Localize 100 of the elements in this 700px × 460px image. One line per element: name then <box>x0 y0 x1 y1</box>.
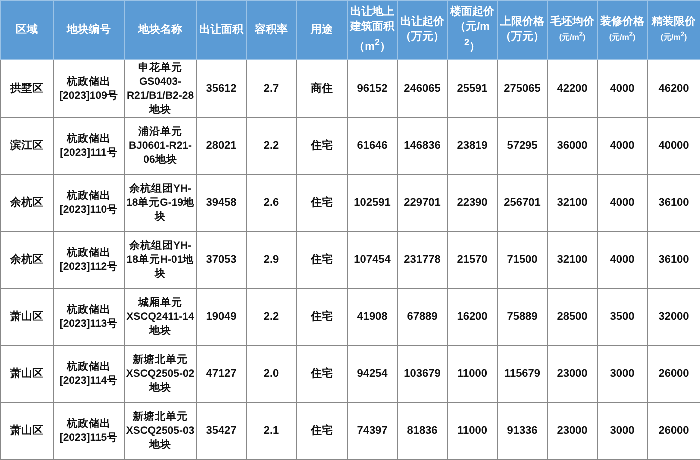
table-cell: 75889 <box>498 288 548 346</box>
table-cell: 21570 <box>448 231 498 288</box>
header-cell: 精装限价 (元/m$^{2}$) <box>648 0 700 60</box>
table-cell: 3500 <box>598 288 648 346</box>
table-cell: 萧山区 <box>0 345 54 402</box>
table-cell: 67889 <box>398 288 448 346</box>
table-cell: 浦沿单元BJ0601-R21-06地块 <box>124 118 196 174</box>
table-cell: 74397 <box>348 402 398 460</box>
header-cell: 出让面积 <box>196 0 246 60</box>
table-cell: 住宅 <box>296 174 348 232</box>
table-cell: 25591 <box>448 60 498 118</box>
header-cell: 出让起价 （万元） <box>398 0 448 60</box>
table-cell: 11000 <box>448 345 498 402</box>
table-cell: 滨江区 <box>0 118 54 174</box>
table-cell: 余杭组团YH-18单元H-01地块 <box>124 231 196 288</box>
header-cell: 区域 <box>0 0 54 60</box>
table-cell: 16200 <box>448 288 498 346</box>
table-cell: 杭政储出[2023]114号 <box>54 345 124 402</box>
table-cell: 231778 <box>398 231 448 288</box>
table-cell: 39458 <box>196 174 246 232</box>
table-cell: 杭政储出[2023]113号 <box>54 288 124 346</box>
table-cell: 杭政储出[2023]115号 <box>54 402 124 460</box>
table-cell: 146836 <box>398 118 448 174</box>
table-cell: 71500 <box>498 231 548 288</box>
table-cell: 103679 <box>398 345 448 402</box>
header-cell: 地块名称 <box>124 0 196 60</box>
table-cell: 杭政储出[2023]110号 <box>54 174 124 232</box>
table-cell: 4000 <box>598 231 648 288</box>
table-cell: 2.1 <box>246 402 296 460</box>
table-cell: 11000 <box>448 402 498 460</box>
table-cell: 2.0 <box>246 345 296 402</box>
table-cell: 申花单元GS0403-R21/B1/B2-28地块 <box>124 60 196 118</box>
table-cell: 商住 <box>296 60 348 118</box>
table-cell: 32100 <box>548 231 598 288</box>
table-cell: 住宅 <box>296 345 348 402</box>
table-cell: 107454 <box>348 231 398 288</box>
table-cell: 275065 <box>498 60 548 118</box>
header-cell: 用途 <box>296 0 348 60</box>
table-cell: 4000 <box>598 118 648 174</box>
table-cell: 32100 <box>548 174 598 232</box>
table-cell: 46200 <box>648 60 700 118</box>
table-cell: 26000 <box>648 402 700 460</box>
table-cell: 萧山区 <box>0 288 54 346</box>
table-cell: 35612 <box>196 60 246 118</box>
table-cell: 26000 <box>648 345 700 402</box>
table-cell: 3000 <box>598 402 648 460</box>
table-cell: 81836 <box>398 402 448 460</box>
table-cell: 36000 <box>548 118 598 174</box>
table-cell: 23000 <box>548 345 598 402</box>
table-cell: 28021 <box>196 118 246 174</box>
table-cell: 余杭区 <box>0 174 54 232</box>
table-cell: 2.9 <box>246 231 296 288</box>
table-cell: 住宅 <box>296 118 348 174</box>
table-cell: 246065 <box>398 60 448 118</box>
table-cell: 28500 <box>548 288 598 346</box>
table-cell: 23819 <box>448 118 498 174</box>
table-cell: 256701 <box>498 174 548 232</box>
table-cell: 41908 <box>348 288 398 346</box>
header-cell: 上限价格 （万元） <box>498 0 548 60</box>
table-cell: 4000 <box>598 60 648 118</box>
table-cell: 94254 <box>348 345 398 402</box>
table-cell: 住宅 <box>296 402 348 460</box>
table-cell: 47127 <box>196 345 246 402</box>
table-cell: 229701 <box>398 174 448 232</box>
table-cell: 36100 <box>648 174 700 232</box>
table-cell: 36100 <box>648 231 700 288</box>
table-cell: 杭政储出[2023]112号 <box>54 231 124 288</box>
table-cell: 37053 <box>196 231 246 288</box>
table-cell: 22390 <box>448 174 498 232</box>
table-cell: 新塘北单元XSCQ2505-02地块 <box>124 345 196 402</box>
header-cell: 楼面起价 （元/m$^{2}$） <box>448 0 498 60</box>
table-cell: 96152 <box>348 60 398 118</box>
table-cell: 23000 <box>548 402 598 460</box>
table-cell: 61646 <box>348 118 398 174</box>
table-cell: 2.6 <box>246 174 296 232</box>
table-cell: 2.2 <box>246 118 296 174</box>
table-cell: 42200 <box>548 60 598 118</box>
table-cell: 住宅 <box>296 288 348 346</box>
table-cell: 杭政储出[2023]111号 <box>54 118 124 174</box>
table-cell: 新塘北单元XSCQ2505-03地块 <box>124 402 196 460</box>
table-cell: 40000 <box>648 118 700 174</box>
table-cell: 115679 <box>498 345 548 402</box>
header-cell: 地块编号 <box>54 0 124 60</box>
table-cell: 2.2 <box>246 288 296 346</box>
table-cell: 萧山区 <box>0 402 54 460</box>
table-cell: 余杭组团YH-18单元G-19地块 <box>124 174 196 232</box>
table-cell: 57295 <box>498 118 548 174</box>
table-cell: 余杭区 <box>0 231 54 288</box>
table-cell: 35427 <box>196 402 246 460</box>
table-cell: 拱墅区 <box>0 60 54 118</box>
table-cell: 32000 <box>648 288 700 346</box>
table-cell: 2.7 <box>246 60 296 118</box>
header-cell: 毛坯均价 (元/m$^{2}$) <box>548 0 598 60</box>
table-cell: 城厢单元XSCQ2411-14地块 <box>124 288 196 346</box>
table-cell: 91336 <box>498 402 548 460</box>
table-cell: 19049 <box>196 288 246 346</box>
header-cell: 装修价格 (元/m$^{2}$) <box>598 0 648 60</box>
table-cell: 3000 <box>598 345 648 402</box>
header-cell: 容积率 <box>246 0 296 60</box>
table-cell: 杭政储出[2023]109号 <box>54 60 124 118</box>
